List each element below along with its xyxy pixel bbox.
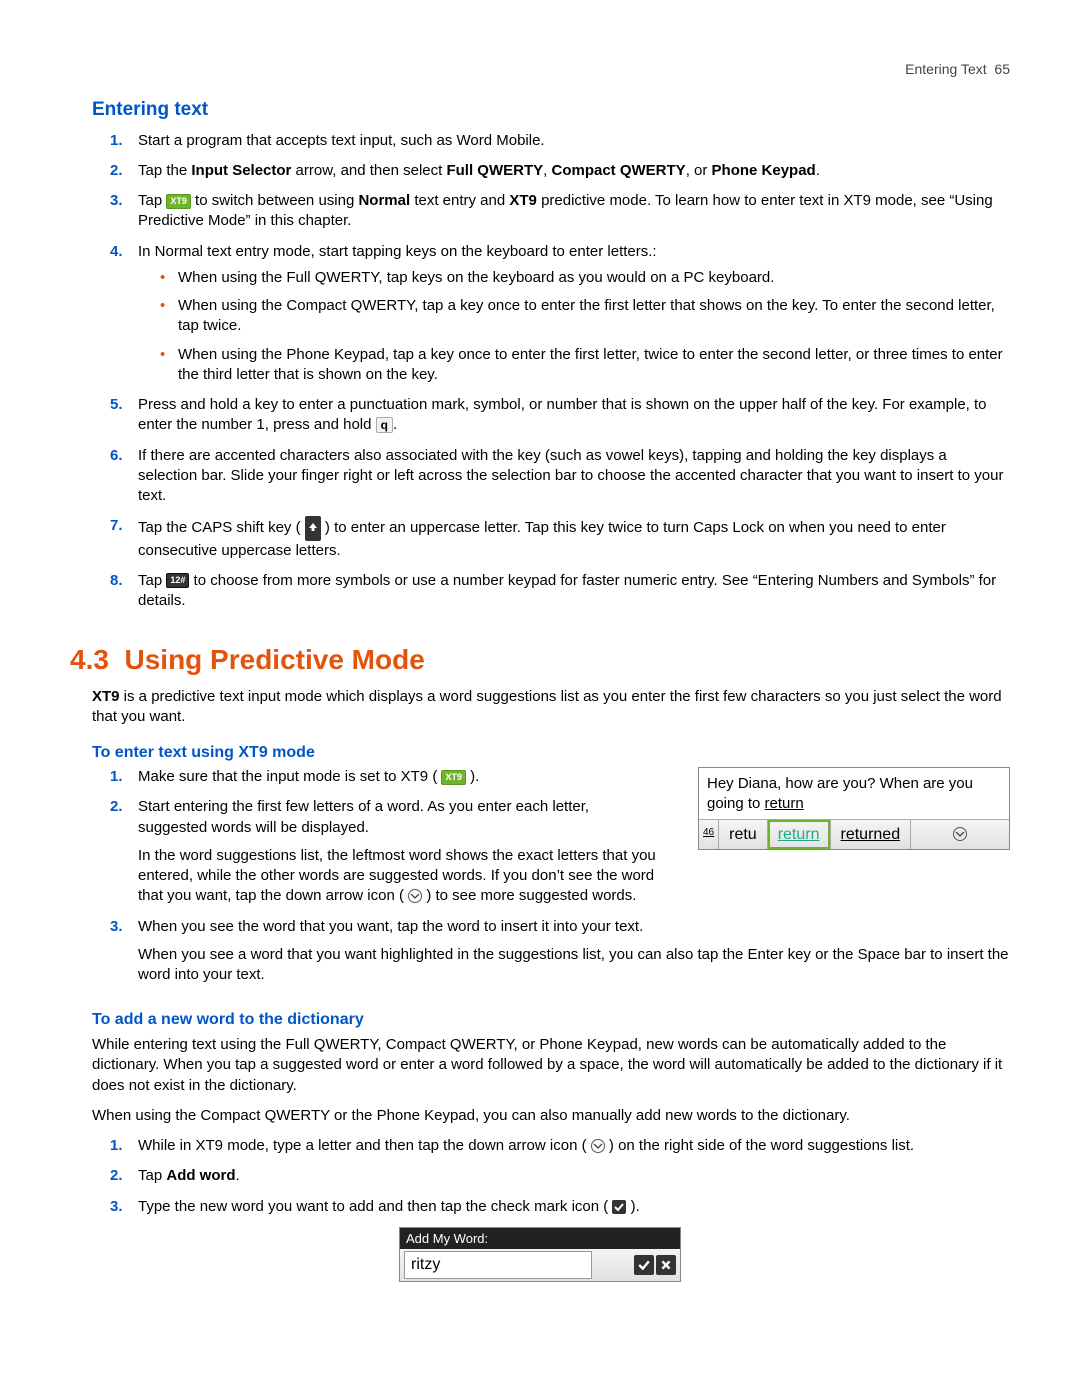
bullet-full-qwerty: When using the Full QWERTY, tap keys on … <box>160 268 1010 288</box>
step-4: In Normal text entry mode, start tapping… <box>138 243 657 260</box>
step-7: Tap the CAPS shift key ( ) to enter an u… <box>138 519 946 558</box>
step-4-bullets: When using the Full QWERTY, tap keys on … <box>160 268 1010 385</box>
add-word-figure: Add My Word: ritzy <box>399 1227 681 1282</box>
add-word-cancel-button[interactable] <box>656 1255 676 1275</box>
add-step-3: Type the new word you want to add and th… <box>138 1198 640 1215</box>
entering-text-steps: 1.Start a program that accepts text inpu… <box>110 131 1010 612</box>
add-step-2: Tap Add word. <box>138 1167 240 1184</box>
down-arrow-icon <box>591 1139 605 1153</box>
add-word-title: Add My Word: <box>400 1228 680 1250</box>
step-2: Tap the Input Selector arrow, and then s… <box>138 162 820 179</box>
step-8: Tap 12# to choose from more symbols or u… <box>138 572 996 609</box>
header-page: 65 <box>994 61 1010 77</box>
heading-using-predictive-mode: 4.3 Using Predictive Mode <box>70 641 1010 679</box>
step-5: Press and hold a key to enter a punctuat… <box>138 396 987 433</box>
xt9-step-2: Start entering the first few letters of … <box>138 798 589 835</box>
predictive-intro: XT9 is a predictive text input mode whic… <box>92 687 1010 728</box>
header-section: Entering Text <box>905 61 986 77</box>
page-header: Entering Text 65 <box>70 60 1010 79</box>
xt9-step-1: Make sure that the input mode is set to … <box>138 768 479 785</box>
xt9-steps: 1. Make sure that the input mode is set … <box>110 767 1010 985</box>
bullet-phone-keypad: When using the Phone Keypad, tap a key o… <box>160 345 1010 386</box>
add-word-input[interactable]: ritzy <box>404 1251 592 1279</box>
add-word-confirm-button[interactable] <box>634 1255 654 1275</box>
xt9-icon: XT9 <box>166 194 191 209</box>
xt9-step-2-para: In the word suggestions list, the leftmo… <box>138 846 658 907</box>
step-1: Start a program that accepts text input,… <box>138 132 545 149</box>
xt9-icon: XT9 <box>441 770 466 785</box>
xt9-step-3: When you see the word that you want, tap… <box>138 918 643 935</box>
down-arrow-icon <box>408 889 422 903</box>
check-mark-icon <box>612 1200 626 1214</box>
add-word-steps: 1. While in XT9 mode, type a letter and … <box>110 1136 1010 1217</box>
step-6: If there are accented characters also as… <box>138 447 1003 505</box>
q-key-icon: q <box>376 417 393 433</box>
shift-key-icon <box>305 516 321 540</box>
add-word-p1: While entering text using the Full QWERT… <box>92 1035 1010 1096</box>
xt9-step-3-para: When you see a word that you want highli… <box>138 945 1010 986</box>
step-3: Tap XT9 to switch between using Normal t… <box>138 192 993 229</box>
bullet-compact-qwerty: When using the Compact QWERTY, tap a key… <box>160 296 1010 337</box>
add-word-p2: When using the Compact QWERTY or the Pho… <box>92 1106 1010 1126</box>
section-entering-text: Entering text <box>92 97 1010 123</box>
add-step-1: While in XT9 mode, type a letter and the… <box>138 1137 914 1154</box>
heading-add-word: To add a new word to the dictionary <box>92 1009 1010 1031</box>
symbols-key-icon: 12# <box>166 573 189 588</box>
heading-enter-xt9: To enter text using XT9 mode <box>92 742 1010 764</box>
